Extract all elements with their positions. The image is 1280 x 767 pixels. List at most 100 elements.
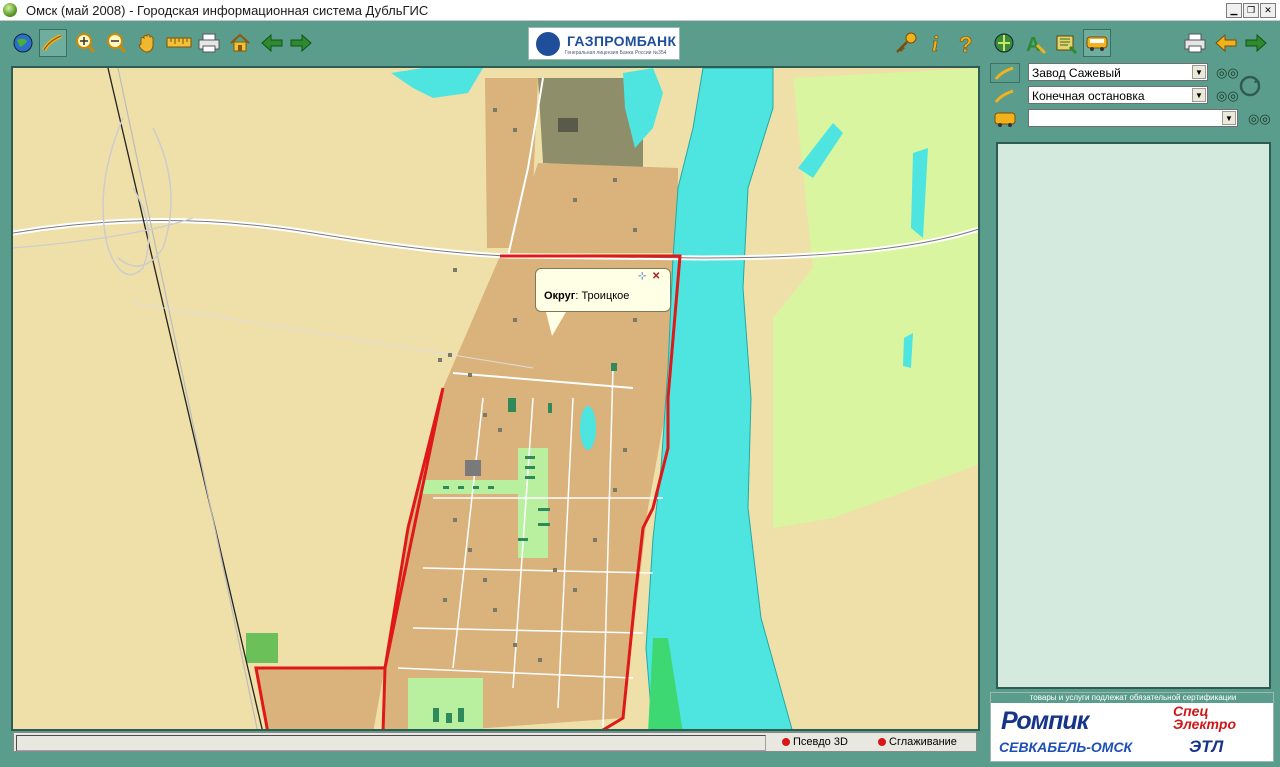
building-grey — [465, 460, 481, 476]
status-bar: Псевдо 3D Сглаживание — [13, 732, 977, 752]
map-view[interactable]: ⊹ ✕ Округ: Троицкое — [11, 66, 980, 731]
smoothing-label: Сглаживание — [889, 736, 957, 748]
info-button[interactable]: i — [922, 29, 950, 57]
svg-text:?: ? — [959, 32, 972, 55]
back-arrow-icon — [261, 33, 283, 53]
smoothing-toggle[interactable]: Сглаживание — [878, 736, 957, 748]
side-print-button[interactable] — [1181, 29, 1209, 57]
park-area — [421, 480, 521, 494]
back-button[interactable] — [258, 29, 286, 57]
district-area — [256, 666, 385, 729]
banner-title: ГАЗПРОМБАНК — [567, 33, 677, 49]
restore-button[interactable]: ❐ — [1243, 3, 1259, 18]
close-icon[interactable]: ✕ — [652, 272, 660, 282]
ad-spetselektro[interactable]: Спец Электро — [1173, 704, 1236, 731]
status-dot-icon — [878, 738, 886, 746]
zoom-out-icon — [107, 33, 127, 53]
transport-icon — [1086, 36, 1108, 51]
app-icon — [3, 3, 17, 17]
rubric-search-icon — [1056, 35, 1078, 55]
back-arrow-icon — [1215, 33, 1237, 53]
transport-button[interactable] — [1083, 29, 1111, 57]
zoom-in-icon — [76, 33, 96, 53]
gazprombank-banner[interactable]: ГАЗПРОМБАНК Генеральная лицензия Банка Р… — [528, 27, 680, 60]
ad-sevkabel[interactable]: СЕВКАБЕЛЬ-ОМСК — [999, 739, 1132, 755]
pseudo3d-label: Псевдо 3D — [793, 736, 848, 748]
side-back-button[interactable] — [1212, 29, 1240, 57]
route-icon — [994, 89, 1014, 103]
route-from-select[interactable]: Завод Сажевый ▼ — [1028, 63, 1208, 81]
pan-button[interactable] — [133, 29, 161, 57]
tooltip-tail — [546, 312, 566, 336]
globe-icon — [13, 33, 33, 53]
key-icon — [896, 32, 917, 53]
ruler-button[interactable] — [164, 29, 192, 57]
route-from-button[interactable] — [990, 63, 1020, 83]
green-field — [773, 68, 978, 528]
home-icon — [230, 33, 250, 52]
interchange — [102, 117, 150, 276]
ruler-icon — [166, 37, 192, 48]
route-icon — [42, 34, 62, 52]
chevron-down-icon[interactable]: ▼ — [1192, 88, 1206, 102]
zoom-in-button[interactable] — [71, 29, 99, 57]
minimize-button[interactable]: ▁ — [1226, 3, 1242, 18]
forward-arrow-icon — [290, 33, 312, 53]
pseudo3d-toggle[interactable]: Псевдо 3D — [782, 736, 848, 748]
side-forward-button[interactable] — [1242, 29, 1270, 57]
results-panel[interactable] — [996, 142, 1271, 689]
tooltip-text: Округ: Троицкое — [544, 290, 629, 302]
key-button[interactable] — [892, 29, 920, 57]
binoculars-icon[interactable]: ◎◎ — [1248, 111, 1271, 127]
transport-icon — [994, 112, 1016, 127]
home-button[interactable] — [226, 29, 254, 57]
gazprombank-logo — [536, 32, 560, 56]
pin-icon[interactable]: ⊹ — [638, 272, 646, 282]
ad-etl[interactable]: ЭТЛ — [1189, 737, 1223, 757]
route-to-button[interactable] — [990, 86, 1020, 106]
print-button[interactable] — [195, 29, 223, 57]
address-search-button[interactable]: A — [1021, 29, 1049, 57]
info-icon: i — [932, 31, 940, 55]
forward-button[interactable] — [287, 29, 315, 57]
hand-pan-icon — [138, 34, 154, 53]
green-plot — [246, 633, 278, 663]
forward-arrow-icon — [1245, 33, 1267, 53]
tooltip-value: : Троицкое — [575, 290, 630, 302]
svg-text:i: i — [932, 31, 939, 55]
tooltip-label: Округ — [544, 290, 576, 302]
directory-icon — [994, 33, 1014, 53]
chevron-down-icon[interactable]: ▼ — [1192, 65, 1206, 79]
railway — [107, 68, 263, 729]
highway — [117, 68, 258, 729]
district-tooltip: ⊹ ✕ Округ: Троицкое — [535, 268, 671, 336]
side-panel: Завод Сажевый ▼ ◎◎ Конечная остановка ▼ … — [986, 58, 1280, 767]
interchange — [117, 127, 172, 267]
building-grey — [558, 118, 578, 132]
transport-select[interactable]: ▼ — [1028, 109, 1238, 127]
route-from-value: Завод Сажевый — [1032, 66, 1121, 80]
directory-button[interactable] — [990, 29, 1018, 57]
transport-select-button[interactable] — [990, 109, 1020, 129]
ads-panel: товары и услуги подлежат обязательной се… — [990, 692, 1274, 762]
rubric-search-button[interactable] — [1052, 29, 1080, 57]
ad-rompik[interactable]: Ромпик — [1001, 707, 1089, 736]
district-area — [508, 163, 678, 253]
route-to-select[interactable]: Конечная остановка ▼ — [1028, 86, 1208, 104]
route-button[interactable] — [39, 29, 67, 57]
help-button[interactable]: ? — [952, 29, 980, 57]
park-area — [408, 678, 483, 729]
chevron-down-icon[interactable]: ▼ — [1222, 111, 1236, 125]
window-title: Омск (май 2008) - Городская информационн… — [26, 3, 429, 18]
close-button[interactable]: ✕ — [1260, 3, 1276, 18]
banner-subtitle: Генеральная лицензия Банка России №354 — [565, 50, 667, 56]
status-text — [16, 735, 766, 751]
globe-button[interactable] — [9, 29, 37, 57]
map-canvas[interactable] — [13, 68, 980, 731]
zoom-out-button[interactable] — [102, 29, 130, 57]
route-to-value: Конечная остановка — [1032, 89, 1145, 103]
swap-route-button[interactable] — [1236, 72, 1264, 100]
status-dot-icon — [782, 738, 790, 746]
certification-notice: товары и услуги подлежат обязательной се… — [991, 693, 1273, 703]
lake — [391, 68, 483, 98]
